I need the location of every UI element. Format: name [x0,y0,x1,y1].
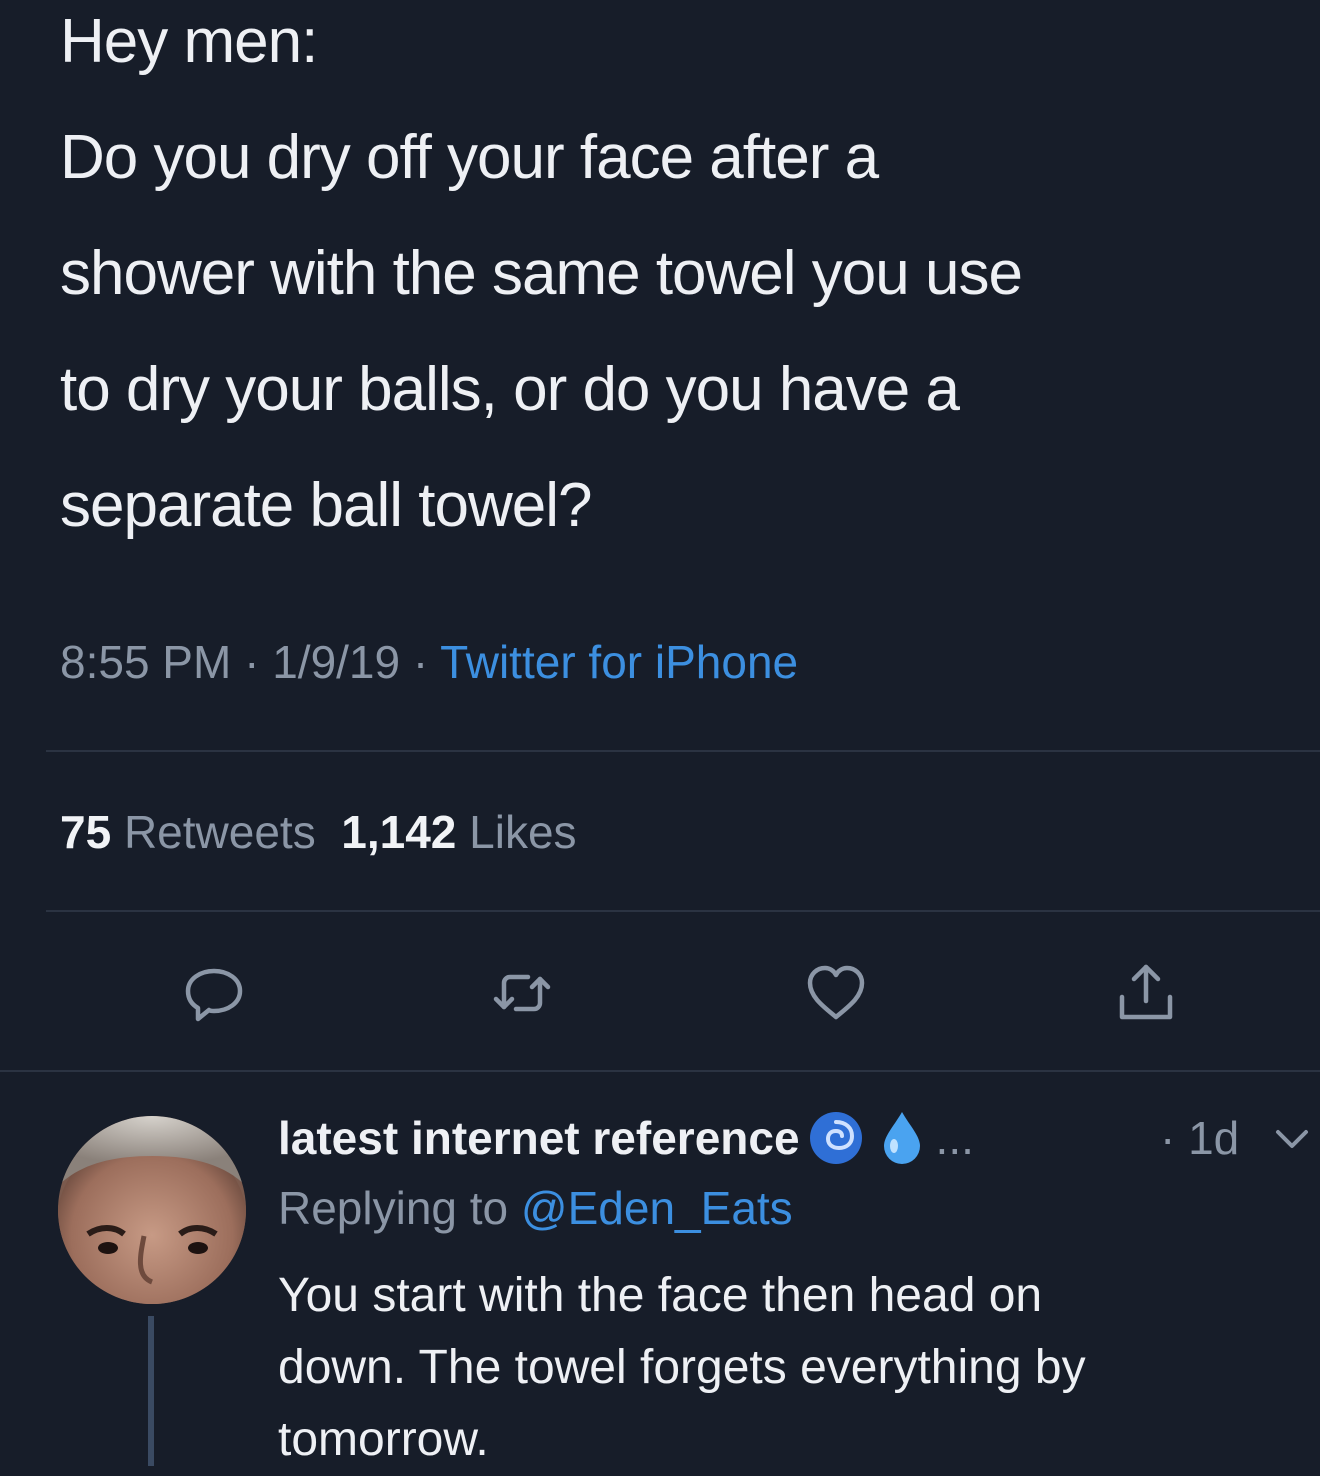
tweet-stats: 75 Retweets 1,142 Likes [60,802,577,862]
name-truncation-ellipsis: ... [935,1112,974,1164]
tweet-source-link[interactable]: Twitter for iPhone [440,636,798,688]
meta-separator: · [400,636,441,688]
droplet-icon [883,1112,920,1164]
meta-separator: · [231,636,273,688]
share-upload-icon [1119,964,1173,1020]
chevron-down-icon[interactable] [1272,1120,1312,1160]
reply-text-line: tomorrow. [278,1413,489,1466]
reply-header: latest internet reference ... [278,1108,974,1168]
tweet-time: 8:55 PM [60,636,232,688]
like-button[interactable] [796,958,876,1028]
divider [46,750,1320,752]
retweet-button[interactable] [482,958,562,1028]
retweets-count: 75 [60,806,112,858]
reply-button[interactable] [174,958,254,1028]
reply-text: You start with the face then head on dow… [278,1260,1298,1476]
reply-text-line: You start with the face then head on [278,1269,1043,1322]
reply-display-name[interactable]: latest internet reference [278,1108,800,1168]
tweet-text: Hey men: Do you dry off your face after … [60,0,1280,564]
likes-label: Likes [469,806,577,858]
cyclone-icon [809,1112,862,1164]
retweet-arrows-icon [493,974,551,1012]
thread-connector-line [148,1316,154,1466]
replying-to: Replying to @Eden_Eats [278,1178,793,1238]
share-button[interactable] [1106,958,1186,1028]
replying-to-handle[interactable]: @Eden_Eats [521,1182,793,1234]
reply-text-line: down. The towel forgets everything by [278,1341,1086,1394]
reply-tweet[interactable]: latest internet reference ... · 1d Reply… [0,1080,1320,1466]
divider [0,1070,1320,1072]
tweet-date: 1/9/19 [272,636,401,688]
likes-count: 1,142 [341,806,457,858]
replying-to-prefix: Replying to [278,1182,509,1234]
tweet-text-line: to dry your balls, or do you have a [60,355,960,424]
heart-icon [807,965,865,1020]
tweet-text-line: Hey men: [60,7,318,76]
retweets-stat[interactable]: 75 Retweets [60,806,316,858]
avatar-image [58,1116,246,1304]
retweets-label: Retweets [123,806,316,858]
speech-bubble-icon [185,968,243,1022]
tweet-text-line: shower with the same towel you use [60,239,1023,308]
reply-time: · 1d [1160,1112,1240,1164]
tweet-text-line: Do you dry off your face after a [60,123,879,192]
avatar[interactable] [58,1116,246,1304]
tweet-meta: 8:55 PM · 1/9/19 · Twitter for iPhone [60,632,798,692]
tweet-action-bar [0,958,1320,1028]
divider [46,910,1320,912]
tweet-text-line: separate ball towel? [60,471,592,540]
likes-stat[interactable]: 1,142 Likes [341,806,576,858]
